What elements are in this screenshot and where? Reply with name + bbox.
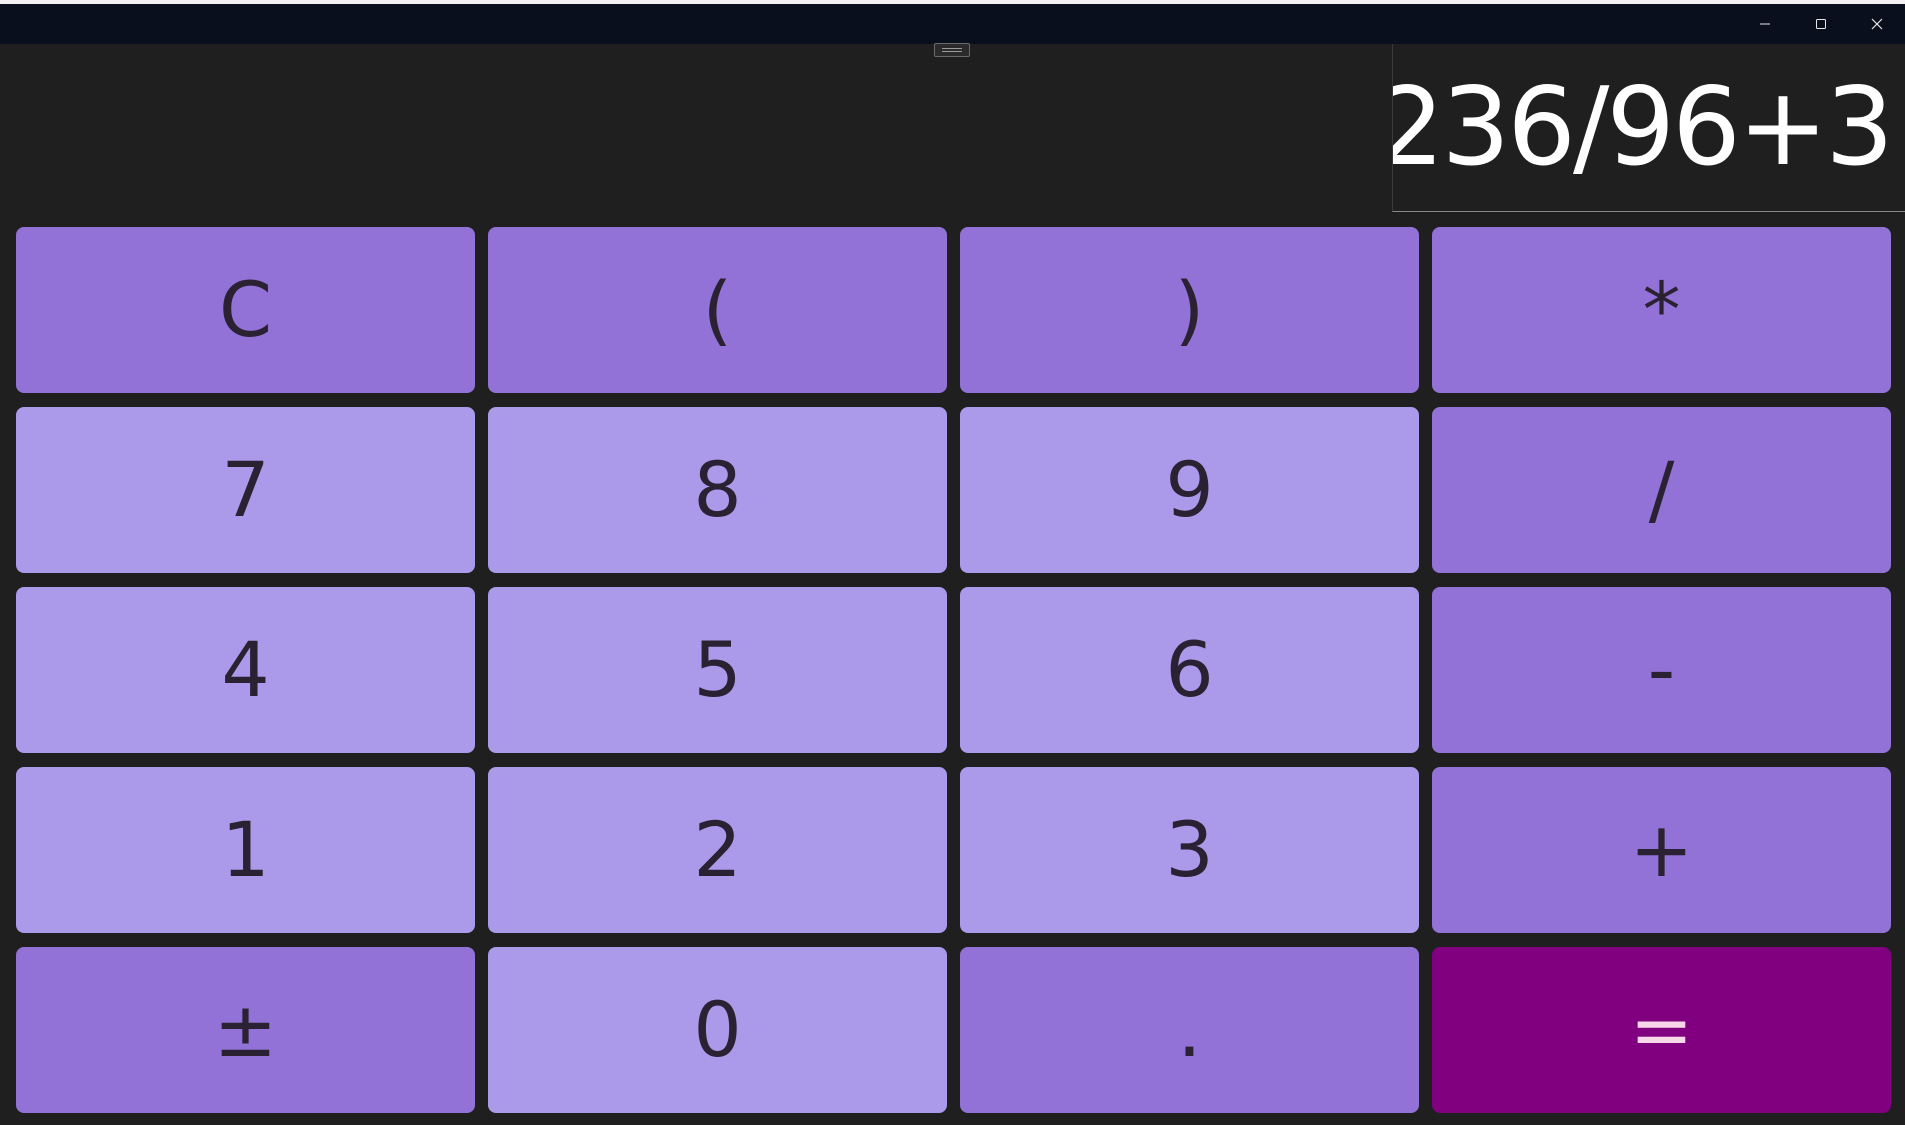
key-label: =: [1629, 985, 1694, 1074]
calculator-window: 236/96+3 C () * 7 8 9 / 4 5 6 - 1 2 3 + ±0. =: [0, 0, 1905, 1125]
digit-5-button[interactable]: 5: [488, 587, 947, 753]
negate-button[interactable]: ±: [16, 947, 475, 1113]
key-label: *: [1642, 265, 1681, 354]
drag-handle-icon[interactable]: [934, 43, 970, 57]
digit-1-button[interactable]: 1: [16, 767, 475, 933]
title-bar[interactable]: [0, 4, 1905, 44]
digit-9-button[interactable]: 9: [960, 407, 1419, 573]
divide-button[interactable]: /: [1432, 407, 1891, 573]
multiply-button[interactable]: *: [1432, 227, 1891, 393]
key-label: ±: [213, 985, 278, 1074]
key-label: +: [1629, 805, 1694, 894]
key-label: 9: [1165, 445, 1214, 534]
key-label: /: [1648, 445, 1675, 534]
digit-8-button[interactable]: 8: [488, 407, 947, 573]
key-label: 3: [1165, 805, 1214, 894]
digit-0-button[interactable]: 0: [488, 947, 947, 1113]
key-label: 7: [221, 445, 270, 534]
key-label: (: [702, 265, 733, 354]
key-label: .: [1177, 985, 1202, 1074]
close-icon: [1871, 18, 1883, 30]
key-label: ): [1174, 265, 1205, 354]
decimal-button[interactable]: .: [960, 947, 1419, 1113]
digit-3-button[interactable]: 3: [960, 767, 1419, 933]
expression-display: 236/96+3: [1392, 44, 1905, 212]
key-label: C: [218, 265, 273, 354]
maximize-icon: [1816, 19, 1826, 29]
key-label: 4: [221, 625, 270, 714]
add-button[interactable]: +: [1432, 767, 1891, 933]
keypad: C () * 7 8 9 / 4 5 6 - 1 2 3 + ±0. =: [16, 227, 1893, 1113]
close-paren-button[interactable]: ): [960, 227, 1419, 393]
key-label: 8: [693, 445, 742, 534]
key-label: 6: [1165, 625, 1214, 714]
key-label: 2: [693, 805, 742, 894]
subtract-button[interactable]: -: [1432, 587, 1891, 753]
digit-2-button[interactable]: 2: [488, 767, 947, 933]
minimize-icon: [1760, 23, 1770, 25]
expression-text: 236/96+3: [1392, 65, 1894, 190]
digit-6-button[interactable]: 6: [960, 587, 1419, 753]
key-label: 5: [693, 625, 742, 714]
equals-button[interactable]: =: [1432, 947, 1891, 1113]
digit-4-button[interactable]: 4: [16, 587, 475, 753]
close-button[interactable]: [1849, 4, 1905, 44]
key-label: -: [1647, 625, 1676, 714]
key-label: 0: [693, 985, 742, 1074]
clear-button[interactable]: C: [16, 227, 475, 393]
open-paren-button[interactable]: (: [488, 227, 947, 393]
minimize-button[interactable]: [1737, 4, 1793, 44]
digit-7-button[interactable]: 7: [16, 407, 475, 573]
maximize-button[interactable]: [1793, 4, 1849, 44]
key-label: 1: [221, 805, 270, 894]
